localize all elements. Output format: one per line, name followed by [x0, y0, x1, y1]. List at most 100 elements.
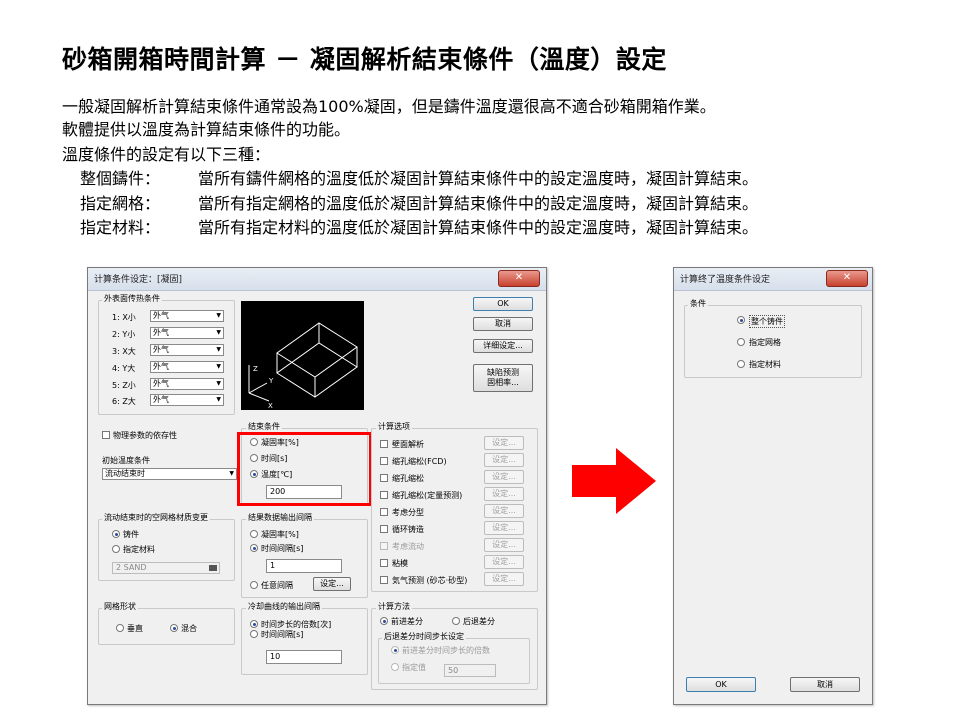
- option-desc: 當所有鑄件網格的溫度低於凝固計算結束條件中的設定溫度時，凝固計算結束。: [198, 169, 759, 188]
- highlight-box: [237, 432, 372, 506]
- surface-label: 3: X大: [112, 347, 136, 356]
- condition-group-title: 条件: [688, 298, 708, 309]
- temp-dependency-checkbox[interactable]: [102, 431, 110, 439]
- surface-label: 1: X小: [112, 313, 136, 322]
- axis-z-label: Z: [253, 365, 258, 373]
- dropdown-arrow-icon: ▼: [216, 380, 221, 387]
- calc-option-checkbox[interactable]: [380, 542, 388, 550]
- calc-option-setting-button[interactable]: 设定...: [484, 470, 524, 484]
- surface-label: 2: Y小: [112, 330, 136, 339]
- calc-option-checkbox[interactable]: [380, 440, 388, 448]
- dropdown-arrow-icon: ▼: [216, 363, 221, 370]
- calc-option-setting-button[interactable]: 设定...: [484, 453, 524, 467]
- backward-radio-specified[interactable]: [391, 663, 399, 671]
- mesh-shape-title: 网格形状: [102, 601, 138, 612]
- calc-option-setting-button[interactable]: 设定...: [484, 521, 524, 535]
- surface-heat-group-title: 外表面传热条件: [102, 293, 162, 304]
- condition-radio-specified-mesh[interactable]: [737, 338, 745, 346]
- calc-option-setting-button[interactable]: 设定...: [484, 504, 524, 518]
- calc-option-checkbox[interactable]: [380, 457, 388, 465]
- calc-option-setting-button[interactable]: 设定...: [484, 487, 524, 501]
- intro-line-3: 溫度條件的設定有以下三種：: [62, 145, 271, 164]
- calc-option-checkbox[interactable]: [380, 474, 388, 482]
- surface-select[interactable]: 外气 ▼: [150, 327, 224, 339]
- output-radio-interval[interactable]: [250, 544, 258, 552]
- dialog-titlebar[interactable]: 计算终了温度条件设定 ✕: [674, 268, 872, 291]
- calc-option-label: 缩孔缩松(定量预测): [392, 491, 463, 500]
- radio-label: 前进差分时间步长的倍数: [402, 646, 490, 655]
- dropdown-arrow-icon: ▼: [216, 312, 221, 319]
- surface-label: 5: Z小: [112, 381, 136, 390]
- option-label: 指定材料：: [80, 218, 161, 237]
- init-temp-select[interactable]: 流动结束时 ▼: [102, 468, 237, 480]
- calc-option-checkbox[interactable]: [380, 491, 388, 499]
- surface-select[interactable]: 外气 ▼: [150, 344, 224, 356]
- calc-option-setting-button[interactable]: 设定...: [484, 572, 524, 586]
- calc-option-checkbox[interactable]: [380, 559, 388, 567]
- ok-button[interactable]: OK: [473, 297, 533, 311]
- mesh-material-select[interactable]: 2 SAND: [112, 562, 220, 574]
- right-arrow-icon: [572, 448, 656, 514]
- mesh-shape-radio-vertical[interactable]: [116, 624, 124, 632]
- option-desc: 當所有指定材料的溫度低於凝固計算結束條件中的設定溫度時，凝固計算結束。: [198, 218, 759, 237]
- backward-value-input[interactable]: 50: [444, 664, 496, 677]
- output-radio-solid-fraction[interactable]: [250, 530, 258, 538]
- radio-label: 垂直: [127, 624, 143, 633]
- box-wireframe-icon: Z Y X: [248, 322, 358, 410]
- calc-option-setting-button[interactable]: 设定...: [484, 538, 524, 552]
- close-icon[interactable]: ✕: [498, 270, 540, 287]
- surface-select[interactable]: 外气 ▼: [150, 361, 224, 373]
- mesh-change-radio-material[interactable]: [112, 545, 120, 553]
- surface-select[interactable]: 外气 ▼: [150, 394, 224, 406]
- calc-option-checkbox[interactable]: [380, 508, 388, 516]
- slide-title: 砂箱開箱時間計算 － 凝固解析結束條件（溫度）設定: [62, 45, 667, 74]
- ok-button[interactable]: OK: [686, 677, 756, 692]
- cooling-interval-input[interactable]: 10: [266, 650, 342, 664]
- close-icon[interactable]: ✕: [826, 270, 868, 287]
- calc-method-radio-forward[interactable]: [380, 617, 388, 625]
- calc-option-label: 粘模: [392, 559, 408, 568]
- calc-option-setting-button[interactable]: 设定...: [484, 436, 524, 450]
- radio-label: 凝固率[%]: [261, 530, 299, 539]
- dialog-titlebar[interactable]: 计算条件设定：[凝固] ✕: [88, 268, 546, 291]
- calc-option-checkbox[interactable]: [380, 576, 388, 584]
- backward-step-title: 后退差分时间步长设定: [382, 631, 466, 642]
- calc-option-checkbox[interactable]: [380, 525, 388, 533]
- mesh-shape-radio-mixed[interactable]: [170, 624, 178, 632]
- cancel-button[interactable]: 取消: [473, 317, 533, 331]
- calc-option-label: 考虑分型: [392, 508, 424, 517]
- radio-label: 指定材料: [749, 360, 781, 369]
- cancel-button[interactable]: 取消: [790, 677, 860, 692]
- cooling-radio-interval[interactable]: [250, 630, 258, 638]
- surface-select[interactable]: 外气 ▼: [150, 378, 224, 390]
- mesh-change-title: 流动结束时的空网格材质变更: [102, 512, 210, 523]
- surface-select[interactable]: 外气 ▼: [150, 310, 224, 322]
- cooling-radio-step-multiple[interactable]: [250, 620, 258, 628]
- surface-label: 4: Y大: [112, 364, 136, 373]
- condition-radio-whole-casting[interactable]: [737, 316, 745, 324]
- radio-label: 铸件: [123, 530, 139, 539]
- calc-option-setting-button[interactable]: 设定...: [484, 555, 524, 569]
- calc-method-title: 计算方法: [376, 601, 412, 612]
- intro-line-1: 一般凝固解析計算結束條件通常設為100%凝固，但是鑄件溫度還很高不適合砂箱開箱作…: [62, 97, 716, 116]
- option-desc: 當所有指定網格的溫度低於凝固計算結束條件中的設定溫度時，凝固計算結束。: [198, 194, 759, 213]
- calc-option-label: 缩孔缩松(FCD): [392, 457, 447, 466]
- radio-label: 指定材料: [123, 545, 155, 554]
- defect-prediction-button[interactable]: 缺陷预测 固相率...: [473, 364, 533, 392]
- mesh-change-radio-casting[interactable]: [112, 530, 120, 538]
- radio-label: 指定值: [402, 663, 426, 672]
- option-line-specified-material: 指定材料： 當所有指定材料的溫度低於凝固計算結束條件中的設定溫度時，凝固計算結束。: [80, 217, 758, 239]
- calc-option-label: 壁面解析: [392, 440, 424, 449]
- color-swatch-icon: [209, 565, 217, 571]
- dropdown-arrow-icon: ▼: [216, 396, 221, 403]
- model-preview[interactable]: Z Y X: [241, 301, 364, 410]
- backward-radio-multiple[interactable]: [391, 646, 399, 654]
- output-interval-input[interactable]: 1: [266, 559, 342, 573]
- calc-method-radio-backward[interactable]: [452, 617, 460, 625]
- calc-option-label: 考虑流动: [392, 542, 424, 551]
- output-radio-arbitrary[interactable]: [250, 581, 258, 589]
- detail-settings-button[interactable]: 详细设定...: [473, 339, 533, 353]
- condition-radio-specified-material[interactable]: [737, 360, 745, 368]
- output-setting-button[interactable]: 设定...: [313, 577, 351, 591]
- calc-option-label: 缩孔缩松: [392, 474, 424, 483]
